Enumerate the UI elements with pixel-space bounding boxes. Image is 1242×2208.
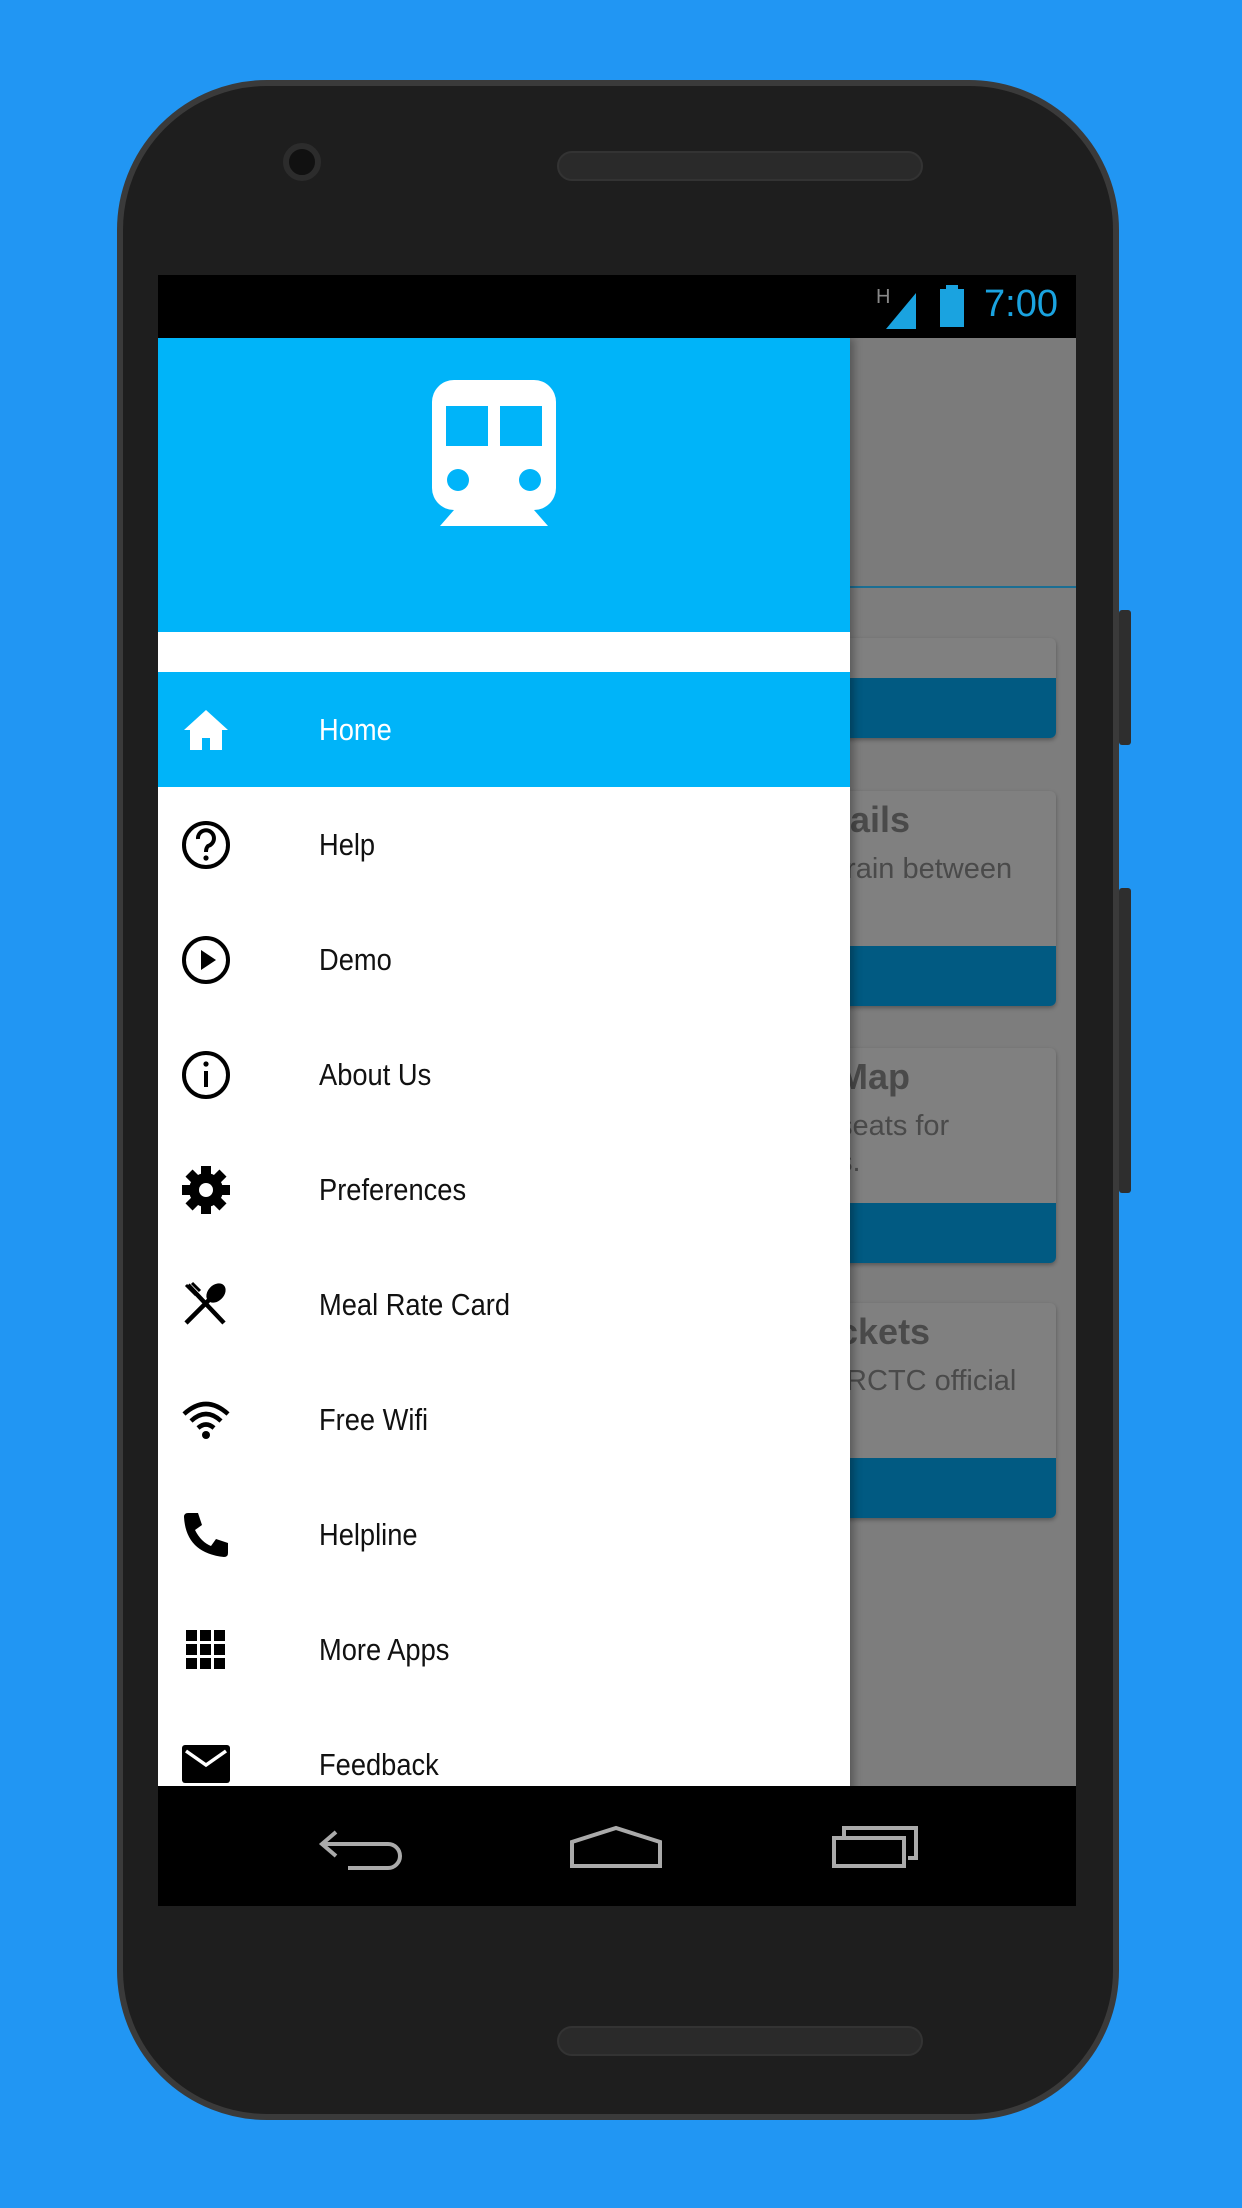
train-icon [432, 380, 556, 526]
drawer-item-preferences[interactable]: Preferences [158, 1132, 850, 1247]
drawer-item-label: Home [319, 711, 392, 747]
drawer-item-label: About Us [319, 1056, 432, 1092]
drawer-item-label: Feedback [319, 1746, 439, 1782]
front-camera [283, 143, 321, 181]
play-circle-icon [180, 934, 232, 986]
system-nav-bar [158, 1786, 1076, 1906]
mail-icon [180, 1739, 232, 1791]
volume-button[interactable] [1119, 610, 1131, 745]
drawer-item-label: Help [319, 826, 376, 862]
drawer-item-helpline[interactable]: Helpline [158, 1477, 850, 1592]
wifi-icon [180, 1394, 232, 1446]
home-icon [180, 704, 232, 756]
help-circle-icon [180, 819, 232, 871]
top-speaker [557, 151, 923, 181]
drawer-item-label: Demo [319, 941, 392, 977]
drawer-item-label: More Apps [319, 1631, 450, 1667]
phone-icon [180, 1509, 232, 1561]
drawer-item-label: Free Wifi [319, 1401, 429, 1437]
drawer-item-help[interactable]: Help [158, 787, 850, 902]
drawer-item-more-apps[interactable]: More Apps [158, 1592, 850, 1707]
status-bar: H 7:00 [158, 275, 1076, 338]
grid-icon [180, 1624, 232, 1676]
home-nav-icon[interactable] [568, 1824, 664, 1870]
svg-text:H: H [876, 286, 890, 308]
clock: 7:00 [984, 283, 1058, 325]
drawer-item-label: Preferences [319, 1171, 467, 1207]
drawer-item-meal-rate-card[interactable]: Meal Rate Card [158, 1247, 850, 1362]
drawer-item-demo[interactable]: Demo [158, 902, 850, 1017]
navigation-drawer: Home Help Demo About Us Preferences Meal Rate… [158, 338, 850, 1906]
drawer-header [158, 338, 850, 632]
battery-icon [940, 285, 964, 327]
recents-icon[interactable] [830, 1824, 920, 1870]
back-icon[interactable] [318, 1824, 408, 1870]
screen: H 7:00 tails train between Map seats for… [158, 275, 1076, 1906]
power-button[interactable] [1119, 888, 1131, 1193]
drawer-item-label: Meal Rate Card [319, 1286, 511, 1322]
drawer-item-label: Helpline [319, 1516, 418, 1552]
bottom-speaker [557, 2026, 923, 2056]
drawer-item-free-wifi[interactable]: Free Wifi [158, 1362, 850, 1477]
fork-spoon-icon [180, 1279, 232, 1331]
gear-icon [180, 1164, 232, 1216]
info-icon [180, 1049, 232, 1101]
drawer-item-home[interactable]: Home [158, 672, 850, 787]
drawer-item-about-us[interactable]: About Us [158, 1017, 850, 1132]
